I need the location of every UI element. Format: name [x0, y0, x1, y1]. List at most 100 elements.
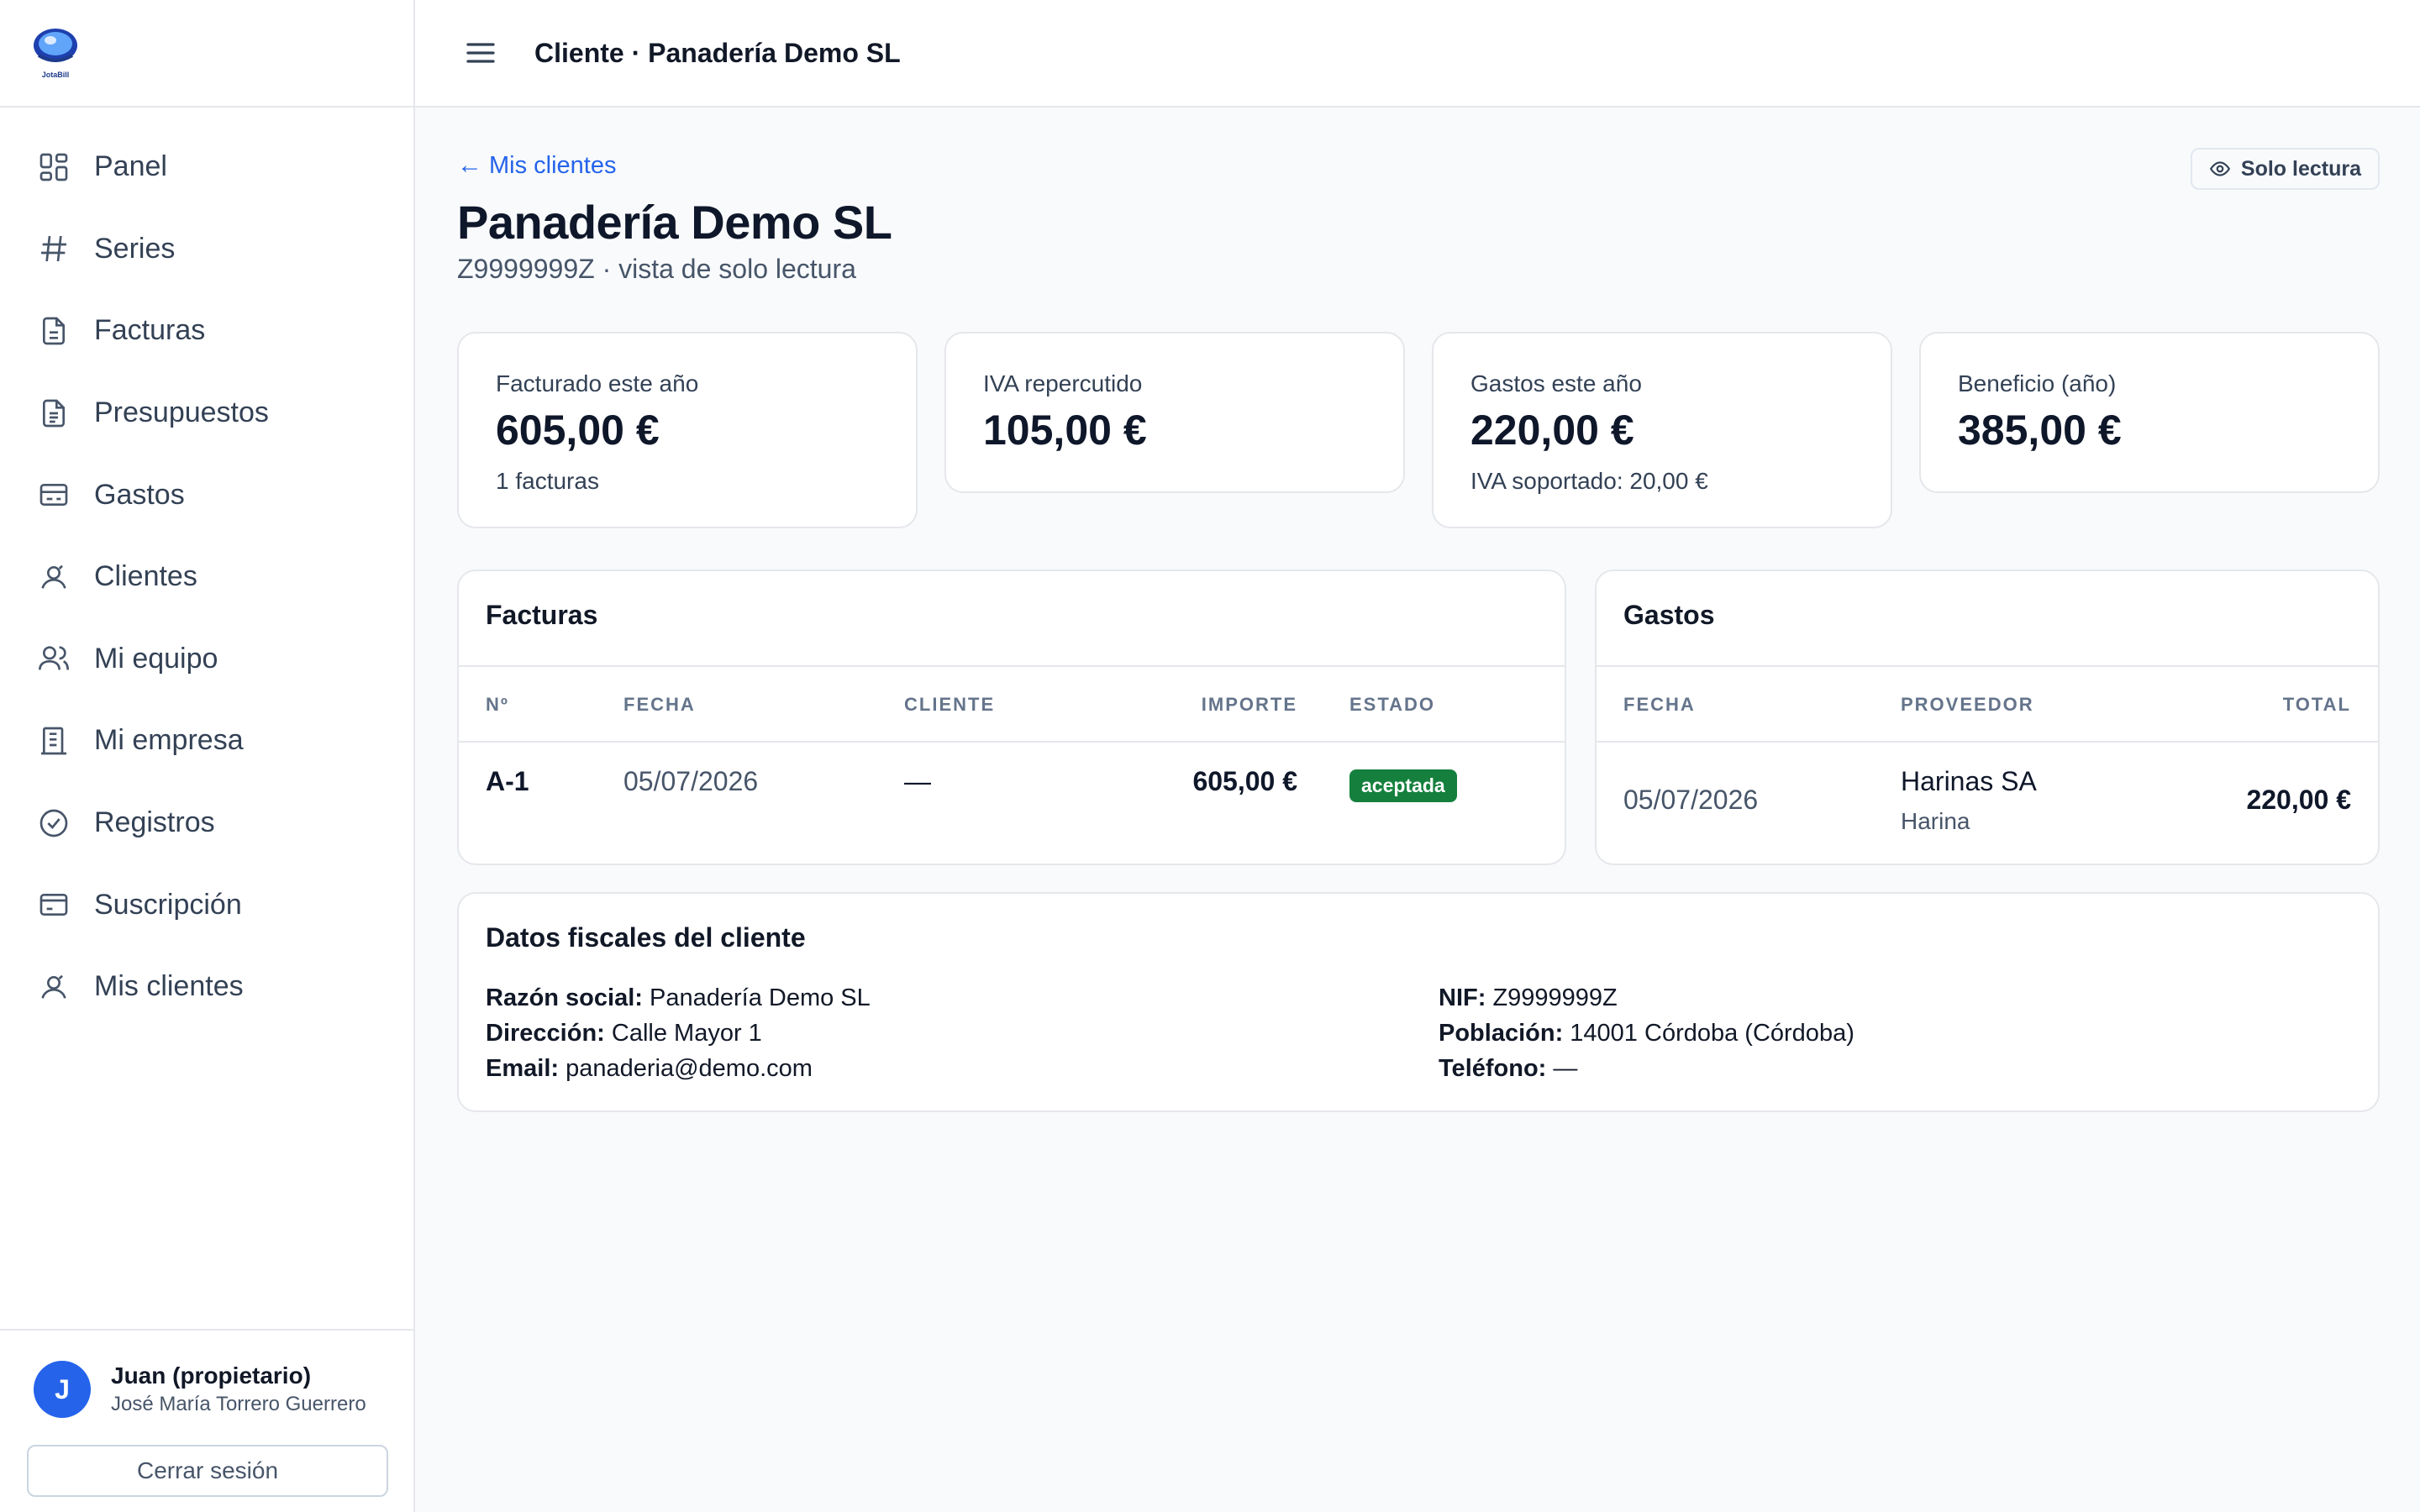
kpi-label: Beneficio (año)	[1958, 370, 2117, 396]
main-content: ← Mis clientes Solo lectura Panadería De…	[415, 108, 2420, 1512]
sidebar-item-registros[interactable]: Registros	[0, 782, 413, 864]
invoice-client: —	[904, 766, 931, 796]
expense-date: 05/07/2026	[1623, 785, 1759, 815]
field-value: panaderia@demo.com	[566, 1055, 813, 1082]
sidebar-item-mis-clientes[interactable]: Mis clientes	[0, 946, 413, 1028]
column-header: Nº	[486, 694, 509, 715]
building-icon	[41, 727, 66, 755]
sidebar-item-gastos[interactable]: Gastos	[0, 454, 413, 536]
sidebar-item-mi-equipo[interactable]: Mi equipo	[0, 618, 413, 701]
readonly-badge-label: Solo lectura	[2240, 156, 2361, 181]
sidebar-item-label: Registros	[94, 806, 215, 839]
page-subtitle: Z9999999Z · vista de solo lectura	[457, 254, 856, 284]
invoice-number: A-1	[486, 766, 529, 796]
field-value: —	[1553, 1055, 1578, 1082]
field-value: Calle Mayor 1	[611, 1020, 762, 1047]
column-header: ESTADO	[1349, 694, 1436, 715]
fiscal-field-poblacion: Población: 14001 Córdoba (Córdoba)	[1439, 1020, 1854, 1047]
field-label: Email:	[486, 1055, 560, 1082]
sidebar-item-label: Series	[94, 232, 176, 265]
sidebar-item-clientes[interactable]: Clientes	[0, 536, 413, 618]
sidebar-item-facturas[interactable]: Facturas	[0, 290, 413, 372]
sidebar-item-series[interactable]: Series	[0, 208, 413, 291]
fiscal-data-panel: Datos fiscales del cliente Razón social:…	[457, 892, 2380, 1112]
sidebar-item-label: Facturas	[94, 314, 206, 347]
kpi-value: 385,00 €	[1958, 407, 2122, 454]
file-list-icon	[43, 399, 65, 427]
sidebar-item-presupuestos[interactable]: Presupuestos	[0, 372, 413, 454]
kpi-label: Gastos este año	[1470, 370, 1642, 396]
kpi-card-iva-repercutido: IVA repercutido 105,00 €	[944, 332, 1405, 493]
divider	[1597, 665, 2378, 667]
eye-icon	[2209, 161, 2230, 176]
kpi-value: 105,00 €	[983, 407, 1147, 454]
avatar: J	[34, 1361, 91, 1418]
grid-icon	[39, 153, 68, 181]
column-header: CLIENTE	[904, 694, 996, 715]
fiscal-field-telefono: Teléfono: —	[1439, 1055, 1577, 1083]
menu-icon[interactable]	[464, 36, 497, 70]
panel-title: Datos fiscales del cliente	[486, 922, 806, 953]
logo-icon	[34, 29, 77, 62]
column-header: PROVEEDOR	[1901, 694, 2034, 715]
back-link[interactable]: ← Mis clientes	[457, 151, 617, 180]
sidebar: JotaBill Panel Series Facturas Presupues…	[0, 0, 415, 1512]
column-header: FECHA	[623, 694, 696, 715]
kpi-value: 605,00 €	[496, 407, 660, 454]
fiscal-field-direccion: Dirección: Calle Mayor 1	[486, 1020, 762, 1047]
sidebar-item-label: Mis clientes	[94, 970, 244, 1003]
sidebar-footer: J Juan (propietario) José María Torrero …	[0, 1329, 413, 1512]
receipt-icon	[39, 484, 68, 507]
sidebar-item-label: Gastos	[94, 478, 185, 511]
sidebar-nav: Panel Series Facturas Presupuestos Gasto…	[0, 108, 413, 1028]
table-row[interactable]: 05/07/2026 Harinas SA Harina 220,00 €	[1597, 743, 2378, 860]
check-circle-icon	[39, 809, 68, 837]
user-subtitle: José María Torrero Guerrero	[111, 1393, 366, 1415]
panel-title: Facturas	[486, 600, 598, 630]
sidebar-item-mi-empresa[interactable]: Mi empresa	[0, 700, 413, 782]
invoices-panel: Facturas Nº FECHA CLIENTE IMPORTE ESTADO…	[457, 570, 1566, 865]
user-circle-icon	[41, 564, 66, 589]
divider	[459, 665, 1565, 667]
column-header: IMPORTE	[1201, 694, 1297, 715]
column-header: FECHA	[1623, 694, 1696, 715]
table-row[interactable]: A-1 05/07/2026 — 605,00 € aceptada	[459, 743, 1565, 835]
expense-total: 220,00 €	[2246, 785, 2351, 815]
file-text-icon	[43, 317, 65, 345]
app-logo[interactable]: JotaBill	[32, 27, 79, 79]
field-label: Dirección:	[486, 1020, 605, 1047]
sidebar-item-suscripcion[interactable]: Suscripción	[0, 864, 413, 946]
field-label: Razón social:	[486, 984, 643, 1011]
kpi-sub: 1 facturas	[496, 468, 599, 494]
logout-button[interactable]: Cerrar sesión	[27, 1445, 388, 1497]
field-label: Teléfono:	[1439, 1055, 1547, 1082]
sidebar-item-label: Presupuestos	[94, 396, 269, 429]
credit-card-icon	[39, 894, 68, 916]
topbar: Cliente · Panadería Demo SL	[415, 0, 2420, 108]
sidebar-item-label: Mi equipo	[94, 642, 218, 675]
expenses-panel: Gastos FECHA PROVEEDOR TOTAL 05/07/2026 …	[1595, 570, 2380, 865]
page-title: Panadería Demo SL	[457, 196, 892, 249]
sidebar-item-label: Mi empresa	[94, 724, 244, 757]
arrow-left-icon: ←	[457, 151, 482, 179]
logo-text: JotaBill	[41, 71, 70, 79]
field-label: Población:	[1439, 1020, 1564, 1047]
user-circle-icon	[41, 974, 66, 999]
invoice-date: 05/07/2026	[623, 766, 759, 796]
expense-concept: Harina	[1901, 808, 1970, 834]
back-link-label: Mis clientes	[489, 151, 617, 179]
field-label: NIF:	[1439, 984, 1486, 1011]
kpi-sub: IVA soportado: 20,00 €	[1470, 468, 1708, 494]
topbar-title: Cliente · Panadería Demo SL	[534, 37, 901, 68]
sidebar-item-panel[interactable]: Panel	[0, 126, 413, 208]
kpi-label: Facturado este año	[496, 370, 699, 396]
fiscal-field-email: Email: panaderia@demo.com	[486, 1055, 813, 1083]
sidebar-item-label: Clientes	[94, 560, 197, 593]
column-header: TOTAL	[2282, 694, 2351, 715]
user-name: Juan (propietario)	[111, 1362, 312, 1389]
kpi-value: 220,00 €	[1470, 407, 1634, 454]
status-badge: aceptada	[1349, 769, 1457, 802]
user-info: J Juan (propietario) José María Torrero …	[34, 1361, 366, 1418]
users-icon	[39, 646, 69, 670]
panel-title: Gastos	[1623, 600, 1715, 630]
